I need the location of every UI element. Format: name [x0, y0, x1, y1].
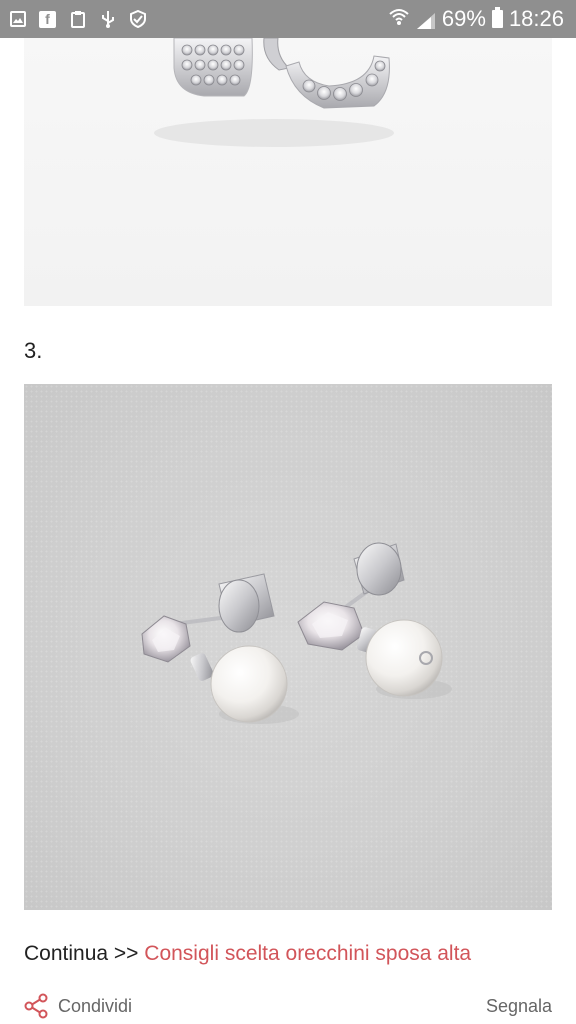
hoop-earrings-illustration — [154, 38, 394, 147]
share-label: Condividi — [58, 995, 133, 1016]
continue-link[interactable]: Consigli scelta orecchini sposa alta — [144, 942, 471, 965]
battery-percent: 69% — [441, 6, 486, 31]
clipboard-icon — [69, 10, 86, 28]
image-icon — [10, 11, 26, 27]
status-bar: f 69% 18:26 — [0, 0, 576, 38]
wifi-icon — [388, 6, 410, 32]
battery-icon — [491, 7, 503, 28]
continue-prefix: Continua >> — [24, 942, 139, 965]
usb-icon — [99, 10, 116, 28]
earrings-image-2[interactable] — [24, 38, 552, 306]
pearl-earrings-illustration — [141, 542, 452, 724]
notification-icons: f — [10, 10, 146, 28]
signal-icon — [416, 10, 436, 29]
clock: 18:26 — [508, 6, 564, 31]
shield-icon — [129, 10, 146, 28]
share-button[interactable]: Condividi — [24, 993, 132, 1019]
system-status: 69% 18:26 — [388, 6, 564, 32]
continue-line: Continua >> Consigli scelta orecchini sp… — [24, 942, 471, 966]
earrings-image-3[interactable] — [24, 384, 552, 910]
share-icon — [24, 993, 48, 1019]
report-button[interactable]: Segnala — [486, 996, 552, 1017]
article-footer: Condividi Segnala — [24, 992, 552, 1020]
facebook-icon: f — [39, 10, 56, 28]
item-number: 3. — [24, 338, 43, 363]
